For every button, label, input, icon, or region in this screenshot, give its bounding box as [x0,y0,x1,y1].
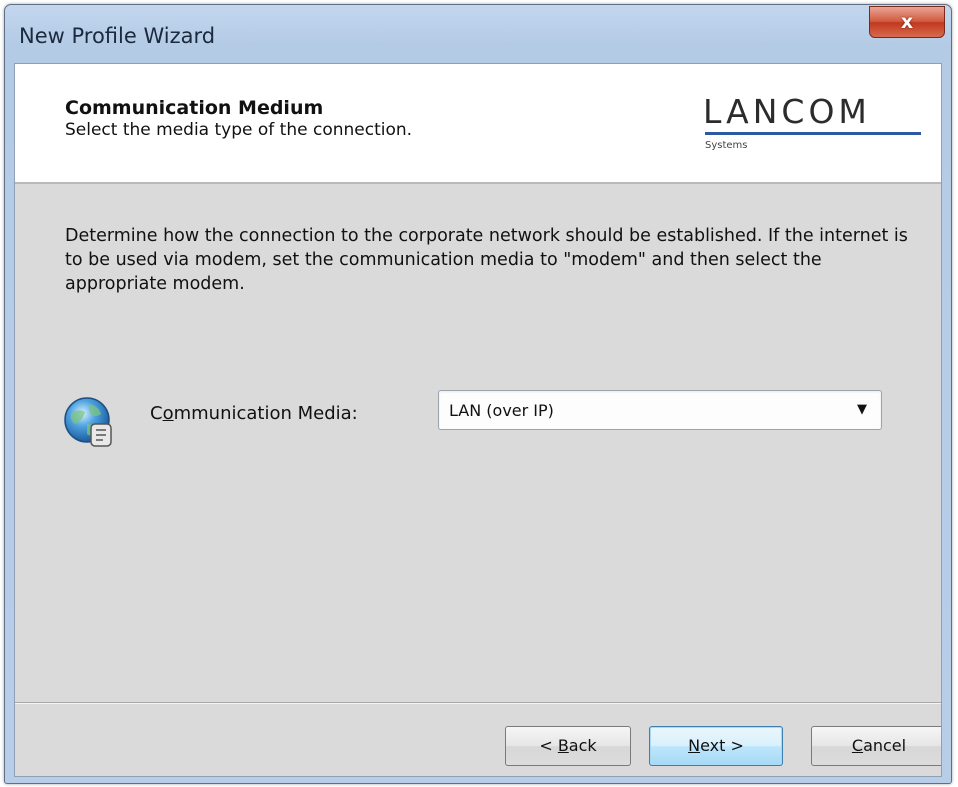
dropdown-arrow-icon[interactable]: ▼ [857,402,867,417]
lancom-logo: LANCOM Systems [703,92,923,154]
communication-media-label: Communication Media: [150,403,358,424]
wizard-header: Communication Medium Select the media ty… [15,64,941,184]
title-bar[interactable]: New Profile Wizard x [5,5,951,63]
communication-media-select[interactable]: LAN (over IP) ▼ [438,390,882,430]
page-subtitle: Select the media type of the connection. [65,120,413,140]
wizard-client-area: Communication Medium Select the media ty… [14,63,942,777]
logo-wordmark: LANCOM [703,92,871,131]
close-icon: x [900,11,914,33]
logo-underline [705,132,921,135]
instructions-text: Determine how the connection to the corp… [65,226,908,294]
close-button[interactable]: x [869,6,945,38]
page-title: Communication Medium [65,97,324,119]
globe-connection-icon [64,397,112,447]
cancel-button[interactable]: Cancel [811,726,941,766]
window-title: New Profile Wizard [19,24,216,48]
back-button[interactable]: < Back [505,726,631,766]
wizard-window: New Profile Wizard x Communication Mediu… [4,4,952,784]
communication-media-value: LAN (over IP) [449,401,554,420]
footer-divider [15,702,941,704]
next-button[interactable]: Next > [649,726,783,766]
logo-subtext: Systems [705,140,748,151]
